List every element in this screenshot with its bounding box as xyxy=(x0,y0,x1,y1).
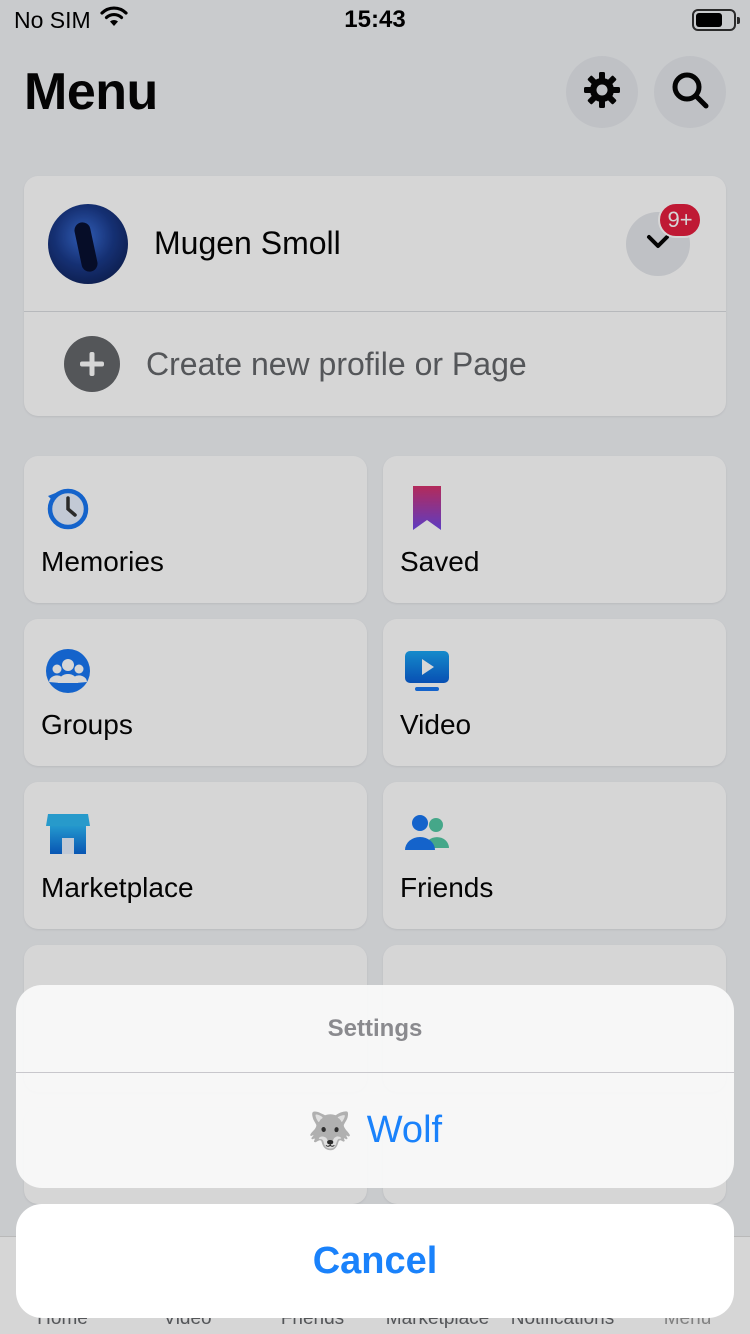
wolf-icon: 🐺 xyxy=(307,1109,353,1151)
cancel-button[interactable]: Cancel xyxy=(16,1204,734,1318)
action-sheet-title: Settings xyxy=(16,985,734,1073)
action-sheet: Settings 🐺 Wolf xyxy=(16,985,734,1188)
action-sheet-option-label: Wolf xyxy=(366,1109,443,1151)
action-sheet-option-wolf[interactable]: 🐺 Wolf xyxy=(16,1073,734,1188)
